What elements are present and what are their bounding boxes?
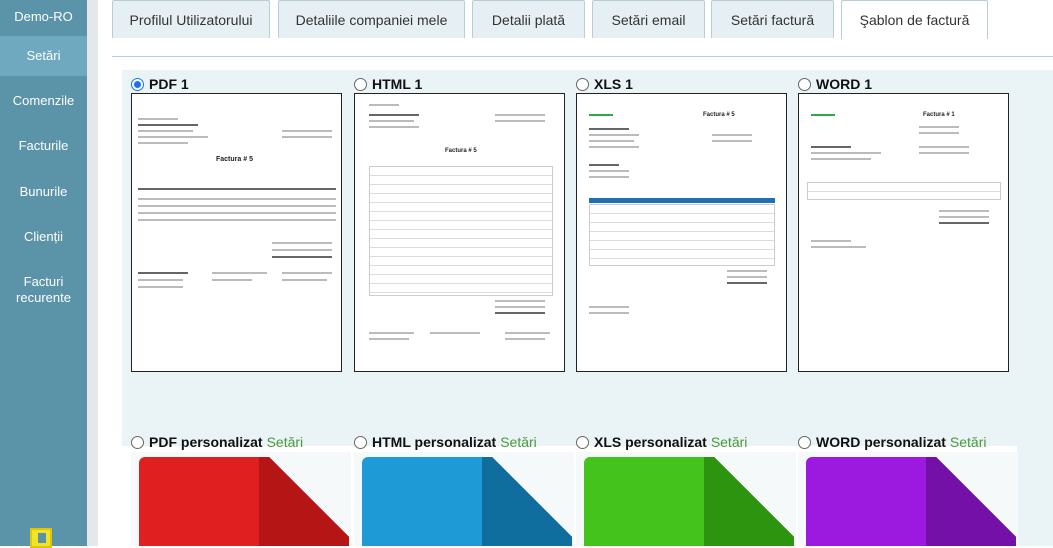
exit-icon[interactable]: [30, 528, 52, 548]
option-label: WORD 1: [816, 76, 872, 92]
option-label: HTML 1: [372, 76, 423, 92]
sidebar: Demo-RO Setări Comenzile Facturile Bunur…: [0, 0, 87, 548]
option-label: HTML personalizat: [372, 434, 497, 450]
panel-right-strip: [1017, 70, 1053, 546]
tab-baseline: [112, 56, 1053, 57]
option-html-personalizat[interactable]: HTML personalizat Setări: [354, 434, 537, 450]
xls-fold-shape: [704, 457, 794, 546]
option-pdf-personalizat[interactable]: PDF personalizat Setări: [131, 434, 303, 450]
radio-word-personalizat[interactable]: [798, 435, 811, 449]
option-word-1[interactable]: WORD 1: [798, 76, 872, 92]
option-word-personalizat[interactable]: WORD personalizat Setări: [798, 434, 986, 450]
pdf-fold-shape: [259, 457, 349, 546]
tab-profilul-utilizatorului[interactable]: Profilul Utilizatorului: [112, 0, 270, 38]
radio-pdf-1[interactable]: [131, 77, 144, 91]
settings-link-pdf[interactable]: Setări: [267, 434, 304, 450]
option-label: XLS 1: [594, 76, 633, 92]
sidebar-item-bunurile[interactable]: Bunurile: [0, 184, 87, 200]
option-label: PDF personalizat: [149, 434, 263, 450]
settings-link-html[interactable]: Setări: [500, 434, 537, 450]
word-document-shape: [806, 457, 1016, 546]
settings-link-xls[interactable]: Setări: [711, 434, 748, 450]
sidebar-item-comenzile[interactable]: Comenzile: [0, 93, 87, 109]
radio-xls-1[interactable]: [576, 77, 589, 91]
thumbnail-xls-1[interactable]: Factura # 5: [576, 93, 787, 372]
option-html-1[interactable]: HTML 1: [354, 76, 422, 92]
sidebar-item-setari[interactable]: Setări: [0, 36, 87, 76]
tab-setari-email[interactable]: Setări email: [592, 0, 705, 38]
html-document-shape: [362, 457, 572, 546]
html-file-icon[interactable]: [354, 452, 574, 546]
pdf-file-icon[interactable]: [131, 452, 351, 546]
radio-html-1[interactable]: [354, 77, 367, 91]
brand-title: Demo-RO: [14, 9, 73, 24]
option-pdf-1[interactable]: PDF 1: [131, 76, 189, 92]
option-label: XLS personalizat: [594, 434, 707, 450]
radio-xls-personalizat[interactable]: [576, 435, 589, 449]
option-xls-personalizat[interactable]: XLS personalizat Setări: [576, 434, 747, 450]
radio-pdf-personalizat[interactable]: [131, 435, 144, 449]
tab-detalii-plata[interactable]: Detalii plată: [472, 0, 585, 38]
option-xls-1[interactable]: XLS 1: [576, 76, 633, 92]
sidebar-item-clientii[interactable]: Clienții: [0, 229, 87, 245]
tab-sablon-factura[interactable]: Şablon de factură: [841, 0, 988, 39]
radio-html-personalizat[interactable]: [354, 435, 367, 449]
xls-file-icon[interactable]: [576, 452, 796, 546]
word-file-icon[interactable]: [798, 452, 1018, 546]
pdf-document-shape: [139, 457, 349, 546]
thumb-title: Factura # 5: [445, 148, 477, 154]
tab-setari-factura[interactable]: Setări factură: [711, 0, 834, 38]
thumb-title: Factura # 5: [216, 156, 253, 163]
sidebar-gutter: [87, 0, 98, 546]
word-fold-shape: [926, 457, 1016, 546]
thumbnail-word-1[interactable]: Factura # 1: [798, 93, 1009, 372]
settings-link-word[interactable]: Setări: [950, 434, 987, 450]
tab-detaliile-companiei[interactable]: Detaliile companiei mele: [278, 0, 465, 38]
thumb-title: Factura # 1: [923, 112, 955, 118]
thumb-title: Factura # 5: [703, 112, 735, 118]
thumbnail-pdf-1[interactable]: Factura # 5: [131, 93, 342, 372]
thumbnail-html-1[interactable]: Factura # 5: [354, 93, 565, 372]
sidebar-item-facturile[interactable]: Facturile: [0, 138, 87, 154]
option-label: WORD personalizat: [816, 434, 946, 450]
option-label: PDF 1: [149, 76, 189, 92]
xls-document-shape: [584, 457, 794, 546]
radio-word-1[interactable]: [798, 77, 811, 91]
sidebar-item-facturi-recurente[interactable]: Facturi recurente: [0, 274, 87, 306]
html-fold-shape: [482, 457, 572, 546]
